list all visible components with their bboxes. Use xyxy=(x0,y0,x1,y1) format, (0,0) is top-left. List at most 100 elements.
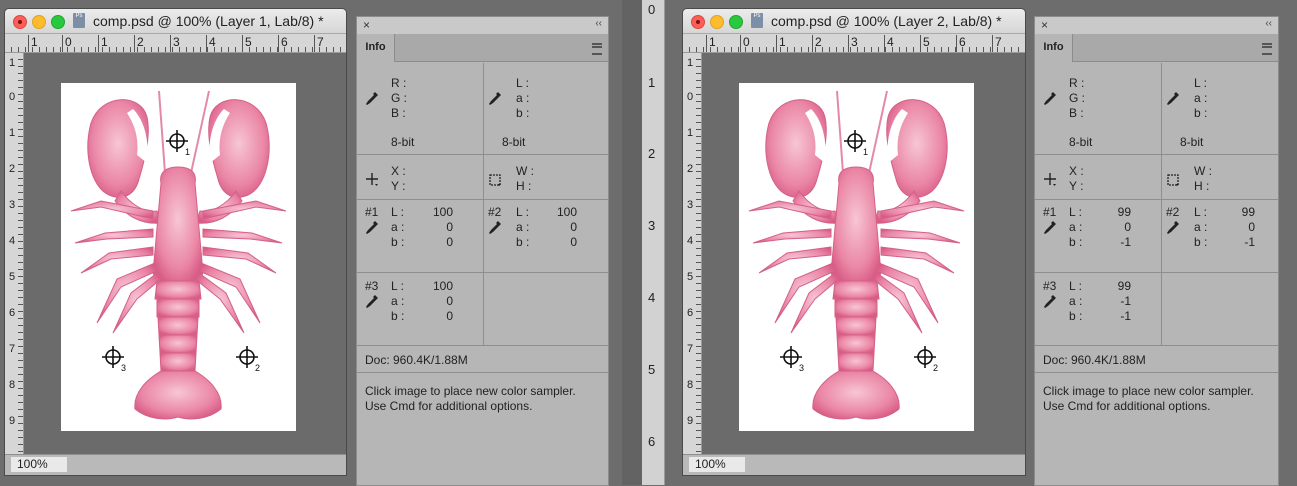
left-workspace: Ps comp.psd @ 100% (Layer 1, Lab/8) * 1 … xyxy=(0,0,640,486)
info-panel: × ‹‹ Info R : G : B : 8-bit L : a : b : … xyxy=(1034,16,1279,486)
s3-label-b: b : xyxy=(391,309,405,323)
panel-collapse-icon[interactable]: ‹‹ xyxy=(595,18,602,29)
label-w: W : xyxy=(1194,164,1212,178)
ruler-label: 9 xyxy=(687,415,694,427)
color-sampler-1-icon[interactable]: 1 xyxy=(165,129,195,157)
eyedropper-icon[interactable] xyxy=(365,91,379,107)
panel-header[interactable]: × ‹‹ xyxy=(357,17,608,34)
vertical-ruler[interactable]: 1 0 1 2 3 4 5 6 7 8 9 xyxy=(5,53,24,455)
tab-info[interactable]: Info xyxy=(1035,34,1073,62)
eyedropper-icon[interactable] xyxy=(488,91,502,107)
s1-value-a: 0 xyxy=(1124,220,1131,234)
minimize-button[interactable] xyxy=(710,15,724,29)
canvas-area[interactable]: 1 2 3 xyxy=(24,53,346,455)
document-window[interactable]: Ps comp.psd @ 100% (Layer 2, Lab/8) * 1 … xyxy=(682,8,1026,476)
doc-size[interactable]: Doc: 960.4K/1.88M xyxy=(1043,353,1146,367)
close-button[interactable] xyxy=(13,15,27,29)
sampler-2-id: #2 xyxy=(488,205,502,219)
horizontal-ruler[interactable]: 1 0 1 2 3 4 5 6 7 xyxy=(683,34,1025,53)
canvas-area[interactable]: 1 2 3 xyxy=(702,53,1025,455)
divider xyxy=(1035,154,1278,155)
s3-value-b: -1 xyxy=(1120,309,1131,323)
title-bar[interactable]: Ps comp.psd @ 100% (Layer 2, Lab/8) * xyxy=(683,9,1025,34)
hint-text: Use Cmd for additional options. xyxy=(365,399,533,413)
close-button[interactable] xyxy=(691,15,705,29)
s1-label-l: L : xyxy=(391,205,404,219)
zoom-field[interactable]: 100% xyxy=(11,457,67,472)
divider xyxy=(1035,345,1278,346)
ruler-label: 6 xyxy=(9,307,16,319)
zoom-field[interactable]: 100% xyxy=(689,457,745,472)
bit-depth-left[interactable]: 8-bit xyxy=(1069,135,1092,149)
selection-size-icon[interactable] xyxy=(488,172,502,188)
eyedropper-icon[interactable] xyxy=(1166,91,1180,107)
crosshair-icon[interactable] xyxy=(365,172,379,188)
s1-label-l: L : xyxy=(1069,205,1082,219)
crosshair-icon[interactable] xyxy=(1043,172,1057,188)
divider xyxy=(483,63,484,345)
psd-file-icon: Ps xyxy=(73,13,85,28)
eyedropper-icon[interactable] xyxy=(488,220,502,236)
color-sampler-3-icon[interactable]: 3 xyxy=(779,345,809,373)
ruler-label: 7 xyxy=(992,35,1002,52)
bit-depth-right[interactable]: 8-bit xyxy=(502,135,525,149)
zoom-button[interactable] xyxy=(51,15,65,29)
ruler-label: 7 xyxy=(314,35,324,52)
divider xyxy=(357,154,608,155)
hint-text: Click image to place new color sampler. xyxy=(1043,384,1254,398)
zoom-button[interactable] xyxy=(729,15,743,29)
ruler-label: 0 xyxy=(687,91,694,103)
sampler-label: 1 xyxy=(185,147,190,157)
horizontal-ruler[interactable]: 1 0 1 2 3 4 5 6 7 xyxy=(5,34,346,53)
eyedropper-icon[interactable] xyxy=(1043,220,1057,236)
ruler-label: 1 xyxy=(9,127,16,139)
document-window[interactable]: Ps comp.psd @ 100% (Layer 1, Lab/8) * 1 … xyxy=(4,8,347,476)
label-y: Y : xyxy=(391,179,406,193)
eyedropper-icon[interactable] xyxy=(365,294,379,310)
panel-close-icon[interactable]: × xyxy=(1041,18,1048,32)
label-l: L : xyxy=(1194,76,1207,90)
document-canvas[interactable]: 1 2 3 xyxy=(61,83,296,431)
minimize-button[interactable] xyxy=(32,15,46,29)
panel-menu-icon[interactable] xyxy=(1262,43,1272,55)
eyedropper-icon[interactable] xyxy=(365,220,379,236)
s1-value-b: -1 xyxy=(1120,235,1131,249)
s2-value-b: -1 xyxy=(1244,235,1255,249)
panel-collapse-icon[interactable]: ‹‹ xyxy=(1265,18,1272,29)
selection-size-icon[interactable] xyxy=(1166,172,1180,188)
panel-menu-icon[interactable] xyxy=(592,43,602,55)
vertical-ruler[interactable]: 1 0 1 2 3 4 5 6 7 8 9 xyxy=(683,53,702,455)
panel-tabs: Info xyxy=(1035,34,1278,62)
bit-depth-right[interactable]: 8-bit xyxy=(1180,135,1203,149)
ruler-label: 1 xyxy=(776,35,786,52)
s1-label-a: a : xyxy=(391,220,405,234)
label-l: L : xyxy=(516,76,529,90)
ruler-label: 0 xyxy=(9,91,16,103)
s1-value-b: 0 xyxy=(446,235,453,249)
sampler-label: 1 xyxy=(863,147,868,157)
eyedropper-icon[interactable] xyxy=(1043,91,1057,107)
color-sampler-2-icon[interactable]: 2 xyxy=(235,345,265,373)
panel-close-icon[interactable]: × xyxy=(363,18,370,32)
ruler-label: 8 xyxy=(687,379,694,391)
panel-header[interactable]: × ‹‹ xyxy=(1035,17,1278,34)
s1-value-l: 100 xyxy=(432,205,453,219)
document-canvas[interactable]: 1 2 3 xyxy=(739,83,974,431)
bit-depth-left[interactable]: 8-bit xyxy=(391,135,414,149)
divider xyxy=(1035,199,1278,200)
color-sampler-1-icon[interactable]: 1 xyxy=(843,129,873,157)
eyedropper-icon[interactable] xyxy=(1043,294,1057,310)
s3-value-l: 99 xyxy=(1117,279,1131,293)
status-bar: 100% xyxy=(5,454,346,475)
s2-value-l: 99 xyxy=(1241,205,1255,219)
title-bar[interactable]: Ps comp.psd @ 100% (Layer 1, Lab/8) * xyxy=(5,9,346,34)
ruler-label: 4 xyxy=(687,235,694,247)
color-sampler-2-icon[interactable]: 2 xyxy=(913,345,943,373)
eyedropper-icon[interactable] xyxy=(1166,220,1180,236)
label-a: a : xyxy=(516,91,530,105)
tab-info[interactable]: Info xyxy=(357,34,395,62)
color-sampler-3-icon[interactable]: 3 xyxy=(101,345,131,373)
ruler-label: 1 xyxy=(706,35,716,52)
ruler-label: 0 xyxy=(740,35,750,52)
doc-size[interactable]: Doc: 960.4K/1.88M xyxy=(365,353,468,367)
